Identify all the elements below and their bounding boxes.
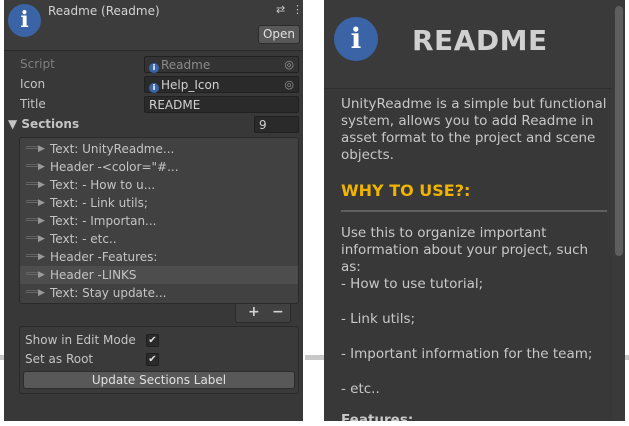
script-value: Readme — [161, 58, 211, 72]
drag-handle-icon[interactable]: ══ — [26, 194, 38, 212]
script-label: Script — [20, 57, 55, 71]
list-item-label: Text: - How to u... — [50, 178, 156, 192]
readme-list-item: - Link utils; — [341, 311, 416, 327]
list-item[interactable]: ══ ▶ Header -LINKS — [20, 266, 298, 284]
drag-handle-icon[interactable]: ══ — [26, 230, 38, 248]
set-as-root-label: Set as Root — [25, 352, 94, 366]
readme-panel: i README UnityReadme is a simple but fun… — [324, 0, 625, 421]
list-item[interactable]: ══ ▶ Text: Stay update... — [20, 284, 298, 302]
list-item[interactable]: ══ ▶ Text: UnityReadme... — [20, 140, 298, 158]
drag-handle-icon[interactable]: ══ — [26, 158, 38, 176]
readme-intro: UnityReadme is a simple but functional s… — [341, 96, 607, 163]
scrollbar-thumb[interactable] — [615, 6, 623, 256]
drag-handle-icon[interactable]: ══ — [26, 266, 38, 284]
icon-value: Help_Icon — [161, 78, 220, 92]
drag-handle-icon[interactable]: ══ — [26, 248, 38, 266]
list-item-label: Text: - Link utils; — [50, 196, 148, 210]
sections-count-field[interactable]: 9 — [254, 116, 299, 133]
readme-list-item: - etc.. — [341, 381, 380, 397]
info-icon: i — [149, 63, 159, 73]
list-item-label: Text: UnityReadme... — [50, 142, 175, 156]
show-in-edit-mode-checkbox[interactable]: ✔ — [146, 334, 159, 347]
expand-arrow-icon[interactable]: ▶ — [38, 284, 45, 302]
inspector-title: Readme (Readme) — [48, 4, 160, 18]
title-field[interactable]: README — [144, 96, 299, 113]
sections-label: Sections — [21, 117, 80, 131]
list-footer: + − — [235, 304, 291, 323]
script-field[interactable]: i Readme ◎ — [144, 56, 299, 73]
expand-arrow-icon[interactable]: ▶ — [38, 248, 45, 266]
drag-handle-icon[interactable]: ══ — [26, 140, 38, 158]
list-item-label: Header -Features: — [50, 250, 158, 264]
icon-field[interactable]: i Help_Icon ◎ — [144, 76, 299, 93]
readme-list-item: - Important information for the team; — [341, 346, 593, 362]
list-item-label: Header -<color="#... — [50, 160, 179, 174]
readme-heading: WHY TO USE?: — [341, 181, 471, 200]
readme-header: i README — [324, 0, 614, 89]
expand-arrow-icon[interactable]: ▶ — [38, 194, 45, 212]
list-item-label: Text: Stay update... — [50, 286, 167, 300]
sections-list: ══ ▶ Text: UnityReadme... ══ ▶ Header -<colo… — [19, 137, 299, 304]
list-item[interactable]: ══ ▶ Text: - Link utils; — [20, 194, 298, 212]
expand-arrow-icon[interactable]: ▶ — [38, 230, 45, 248]
menu-icon[interactable]: ⋮ — [292, 3, 303, 16]
show-in-edit-mode-label: Show in Edit Mode — [25, 333, 136, 347]
list-item-label: Header -LINKS — [50, 268, 137, 282]
divider — [341, 210, 607, 212]
expand-arrow-icon[interactable]: ▶ — [38, 212, 45, 230]
target-icon[interactable]: ◎ — [284, 57, 294, 73]
readme-cut-heading: Features: — [341, 412, 414, 421]
readme-list-item: - How to use tutorial; — [341, 276, 484, 292]
inspector-header: i Readme (Readme) ⇄ ⋮ Open — [4, 0, 303, 51]
sections-foldout[interactable]: ▼ Sections — [8, 117, 79, 131]
list-item-label: Text: - Importan... — [50, 214, 157, 228]
list-item-label: Text: - etc.. — [50, 232, 117, 246]
list-item[interactable]: ══ ▶ Header -<color="#... — [20, 158, 298, 176]
remove-button[interactable]: − — [272, 304, 284, 321]
title-label: Title — [20, 97, 46, 111]
target-icon[interactable]: ◎ — [284, 77, 294, 93]
readme-title: README — [412, 24, 548, 57]
settings-icon[interactable]: ⇄ — [276, 3, 285, 16]
expand-arrow-icon[interactable]: ▶ — [38, 158, 45, 176]
open-button[interactable]: Open — [258, 25, 300, 44]
drag-handle-icon[interactable]: ══ — [26, 176, 38, 194]
readme-lead: Use this to organize important informati… — [341, 225, 589, 275]
inspector-panel: i Readme (Readme) ⇄ ⋮ Open Script i Readm… — [4, 0, 303, 421]
expand-arrow-icon[interactable]: ▶ — [38, 266, 45, 284]
info-icon: i — [8, 4, 41, 37]
list-item[interactable]: ══ ▶ Text: - How to u... — [20, 176, 298, 194]
drag-handle-icon[interactable]: ══ — [26, 284, 38, 302]
update-sections-label-button[interactable]: Update Sections Label — [23, 371, 295, 389]
icon-label: Icon — [20, 77, 46, 91]
expand-arrow-icon[interactable]: ▶ — [38, 140, 45, 158]
check-icon: ✔ — [148, 335, 157, 346]
expand-arrow-icon[interactable]: ▶ — [38, 176, 45, 194]
info-icon: i — [149, 83, 159, 93]
drag-handle-icon[interactable]: ══ — [26, 212, 38, 230]
list-item[interactable]: ══ ▶ Text: - etc.. — [20, 230, 298, 248]
list-item[interactable]: ══ ▶ Text: - Importan... — [20, 212, 298, 230]
info-icon: i — [334, 17, 378, 61]
list-item[interactable]: ══ ▶ Header -Features: — [20, 248, 298, 266]
add-button[interactable]: + — [248, 304, 260, 321]
check-icon: ✔ — [148, 354, 157, 365]
options-box: Show in Edit Mode ✔ Set as Root ✔ Update… — [19, 326, 299, 394]
set-as-root-checkbox[interactable]: ✔ — [146, 353, 159, 366]
